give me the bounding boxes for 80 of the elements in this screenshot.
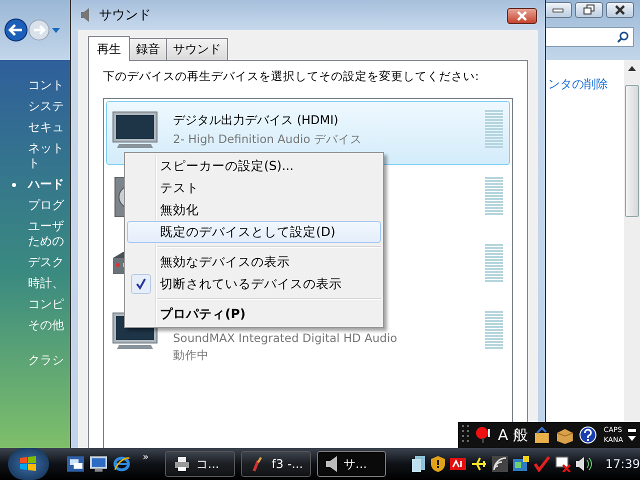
close-button[interactable] [507, 8, 537, 24]
shield-icon[interactable] [431, 456, 446, 472]
sidebar-item[interactable]: コント [28, 78, 64, 93]
network-window-icon[interactable] [513, 456, 530, 472]
sidebar-item[interactable]: セキュ [28, 120, 64, 135]
scroll-up-arrow-icon[interactable] [628, 66, 636, 71]
start-button[interactable] [8, 448, 49, 480]
minimize-icon[interactable] [628, 429, 636, 432]
sidebar-item[interactable]: ための [28, 234, 64, 249]
tab[interactable]: 録音 [129, 38, 167, 60]
menu-item[interactable]: 無効化 [127, 199, 381, 221]
window-title: サウンド [99, 7, 151, 24]
close-icon [614, 5, 626, 15]
back-button[interactable] [4, 18, 28, 42]
menu-item[interactable]: 無効なデバイスの表示 [127, 251, 381, 273]
help-icon[interactable] [578, 426, 597, 444]
search-field[interactable] [544, 27, 634, 47]
menu-item[interactable]: プロパティ(P) [127, 303, 381, 325]
input-mode-indicator[interactable]: A [498, 426, 508, 444]
toolbox-icon[interactable] [533, 426, 551, 444]
clock[interactable]: 17:39 [605, 457, 640, 471]
taskbar-button[interactable]: コ... [164, 451, 235, 477]
box-icon[interactable] [556, 426, 574, 444]
restore-icon [583, 4, 595, 16]
level-meter-drawing [485, 244, 503, 283]
device-name: デジタル出力デバイス (HDMI) [173, 112, 340, 129]
sidebar-item[interactable]: デスク [28, 255, 64, 270]
check-mark-icon[interactable] [534, 456, 550, 472]
minimize-icon [552, 6, 564, 14]
taskbar-button[interactable]: f3 -... [240, 451, 311, 477]
instruction-text: 下のデバイスの再生デバイスを選択してその設定を変更してください: [103, 69, 480, 84]
monitor-icon [111, 110, 159, 150]
airplane-icon[interactable] [471, 456, 488, 472]
switch-windows-icon[interactable] [66, 456, 84, 472]
menu-item[interactable]: テスト [127, 177, 381, 199]
dropdown-arrow-icon[interactable] [52, 28, 60, 32]
sidebar-item[interactable]: ネット [28, 141, 64, 156]
sidebar-item[interactable]: プログ [28, 198, 64, 213]
sidebar-item[interactable]: ト [28, 156, 40, 171]
tab[interactable]: 再生 [88, 36, 130, 61]
graphics-driver-icon[interactable] [450, 458, 466, 470]
printer-icon [174, 456, 190, 472]
wireless-icon[interactable] [492, 456, 508, 472]
sidebar-item[interactable]: ハード [28, 177, 64, 192]
menu-item[interactable]: 既定のデバイスとして設定(D) [127, 221, 381, 243]
more-quick-launch-button[interactable]: » [142, 452, 149, 463]
taskbar-button[interactable]: サ... [316, 451, 386, 477]
browser-icon[interactable] [113, 455, 131, 473]
pin-icon[interactable] [474, 426, 493, 444]
tab[interactable]: サウンド [166, 38, 228, 60]
device-status: 動作中 [173, 348, 210, 363]
conversion-mode-indicator[interactable]: 般 [513, 426, 528, 444]
uninstall-link[interactable]: ンタの削除 [548, 76, 608, 93]
close-button[interactable] [606, 2, 634, 18]
desktop-icon[interactable] [90, 456, 108, 472]
sidebar-item[interactable]: システ [28, 99, 64, 114]
level-meter-drawing [485, 110, 503, 149]
bullet-icon [12, 183, 16, 187]
minimize-button[interactable] [544, 2, 572, 18]
level-meter-drawing [485, 311, 503, 350]
four-color-flag-icon [18, 454, 38, 474]
restore-button[interactable] [575, 2, 603, 18]
document-icon[interactable] [412, 456, 426, 472]
speaker-icon [81, 8, 91, 22]
network-disconnected-icon[interactable] [555, 456, 572, 472]
sidebar-item[interactable]: コンピ [28, 297, 64, 312]
volume-icon[interactable] [576, 456, 592, 472]
scroll-thumb[interactable] [625, 85, 639, 217]
device-driver: 2- High Definition Audio デバイス [173, 132, 363, 147]
menu-item[interactable]: 切断されているデバイスの表示 [127, 273, 381, 295]
device-driver: SoundMAX Integrated Digital HD Audio [173, 331, 398, 345]
level-meter-drawing [485, 177, 503, 216]
sidebar-item[interactable]: 時計、 [28, 276, 64, 291]
sidebar-item[interactable]: ユーザ [28, 219, 64, 234]
options-arrow-icon[interactable] [628, 436, 636, 441]
speaker-icon [326, 456, 338, 472]
grip-icon [462, 425, 470, 445]
close-icon [516, 11, 528, 21]
search-icon [617, 31, 629, 43]
scrollbar[interactable] [624, 60, 640, 422]
